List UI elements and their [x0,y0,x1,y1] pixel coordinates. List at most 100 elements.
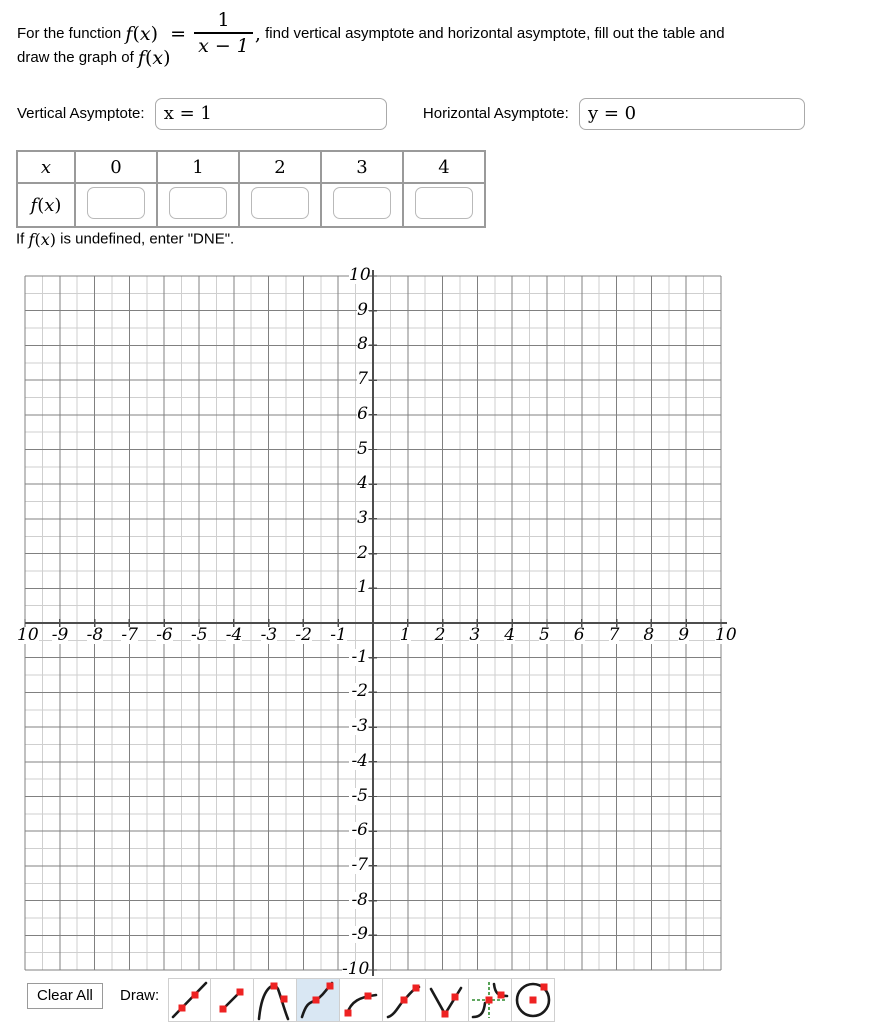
control-point-icon [270,982,278,990]
line-tool[interactable] [168,978,211,1022]
draw-label: Draw: [120,987,160,1004]
table-cell-fx-0 [75,183,157,227]
fx-input-0[interactable] [87,186,145,219]
note-function-notation: f(x) [28,230,56,249]
vertical-asymptote-input[interactable]: x = 1 [154,98,387,130]
absolute-value-tool[interactable] [426,978,469,1022]
table-cell-x-3: 3 [321,151,403,183]
prompt-text-part1: For the function [17,24,122,42]
control-point-icon [451,993,459,1001]
x-axis-tick-label: -6 [156,625,173,645]
x-axis-tick-label: 5 [539,625,550,645]
rational-tool[interactable] [469,978,512,1022]
table-row-fx: f(x) [17,183,485,227]
control-point-icon [441,1010,449,1018]
fx-input-1[interactable] [169,186,227,219]
cuberoot-tool[interactable] [383,978,426,1022]
x-axis-tick-label: -9 [51,625,69,645]
table-cell-fx-1 [157,183,239,227]
x-axis-tick-label: 6 [573,625,585,645]
fx-input-4[interactable] [415,186,473,219]
x-axis-tick-label: -7 [121,625,138,645]
function-value-table: x 0 1 2 3 4 f(x) [16,150,486,228]
y-axis-tick-label: -8 [349,891,368,909]
prompt-line-two: draw the graph of f(x) [17,47,171,69]
fraction-one-over-x-minus-one: 1 x − 1 [194,9,253,57]
x-axis-tick-label: -3 [260,625,278,645]
prompt-line2-text: draw the graph of [17,48,134,66]
circle-tool[interactable] [512,978,555,1022]
horizontal-asymptote-input[interactable]: y = 0 [578,98,805,130]
function-notation-2: f(x) [137,47,171,69]
table-header-fx: f(x) [17,183,75,227]
control-point-icon [280,995,288,1003]
y-axis-tick-label: -7 [349,856,368,874]
segment-tool[interactable] [211,978,254,1022]
undefined-note: If f(x) is undefined, enter "DNE". [16,230,235,249]
x-axis-tick-label: 3 [469,625,481,645]
control-point-icon [191,991,199,999]
y-axis-tick-label: -5 [349,787,368,805]
coordinate-grid[interactable]: 10 -9 -8 -7 -6 -5 -4 -3 -2 -1 1 2 3 4 5 6 7 8 9 10 10 9 8 7 6 5 4 3… [0,262,891,979]
control-point-icon [219,1005,227,1013]
x-axis-tick-label: -2 [295,625,312,645]
x-axis-tick-label: -4 [225,625,243,645]
fx-input-3[interactable] [333,186,391,219]
draw-tool-list [168,978,555,1022]
y-axis-tick-label: -1 [349,648,368,666]
control-point-icon [312,996,320,1004]
control-point-icon [326,982,334,990]
grid-svg [24,270,727,976]
x-axis-tick-label: 2 [434,625,446,645]
x-axis-tick-label: 4 [504,625,516,645]
control-point-icon [529,996,537,1004]
y-axis-tick-label: 8 [357,334,368,355]
control-point-icon [178,1004,186,1012]
y-axis-tick-label: 1 [357,577,368,598]
curve-icon [429,986,463,1017]
fraction-denominator: x − 1 [198,34,249,57]
sqrt-tool[interactable] [340,978,383,1022]
horizontal-asymptote-label: Horizontal Asymptote: [422,105,569,122]
x-axis-tick-label: -8 [86,625,104,645]
y-axis-tick-label: -9 [349,926,368,944]
fx-input-2[interactable] [251,186,309,219]
x-axis-tick-label: -5 [191,625,208,645]
table-cell-fx-3 [321,183,403,227]
x-axis-tick-label: 1 [399,625,411,645]
control-point-icon [236,988,244,996]
y-axis-tick-label: 9 [357,299,368,320]
y-axis-tick-label: -10 [342,959,370,979]
x-axis-tick-label: 7 [608,625,620,645]
table-row-x: x 0 1 2 3 4 [17,151,485,183]
x-axis-tick-label: 10 [715,625,737,645]
y-axis-tick-label: -6 [349,822,368,840]
prompt-text-part2: find vertical asymptote and horizontal a… [265,24,725,42]
table-cell-x-1: 1 [157,151,239,183]
y-axis-tick-label: 6 [357,403,368,424]
y-axis-tick-label: 4 [357,473,368,494]
table-cell-fx-4 [403,183,485,227]
drawing-toolbar: Clear All Draw: [0,978,891,1024]
clear-all-button[interactable]: Clear All [27,983,103,1009]
table-cell-fx-2 [239,183,321,227]
y-axis-tick-label: -3 [349,718,368,736]
y-axis-tick-label: -2 [349,683,368,701]
fraction-numerator: 1 [217,9,230,31]
parabola-tool[interactable] [254,978,297,1022]
table-cell-x-4: 4 [403,151,485,183]
prompt-comma: , [254,22,261,45]
y-axis-tick-label: 2 [357,542,368,563]
table-cell-x-0: 0 [75,151,157,183]
curve-icon [171,981,208,1019]
control-point-icon [485,996,493,1004]
control-point-icon [344,1009,352,1017]
x-axis-tick-label: 9 [678,625,690,645]
control-point-icon [540,983,548,991]
control-point-icon [497,991,505,999]
control-point-icon [412,984,420,992]
y-axis-tick-label: 10 [349,265,371,285]
control-point-icon [364,992,372,1000]
function-notation: f(x) = [125,22,187,45]
cubic-tool[interactable] [297,978,340,1022]
